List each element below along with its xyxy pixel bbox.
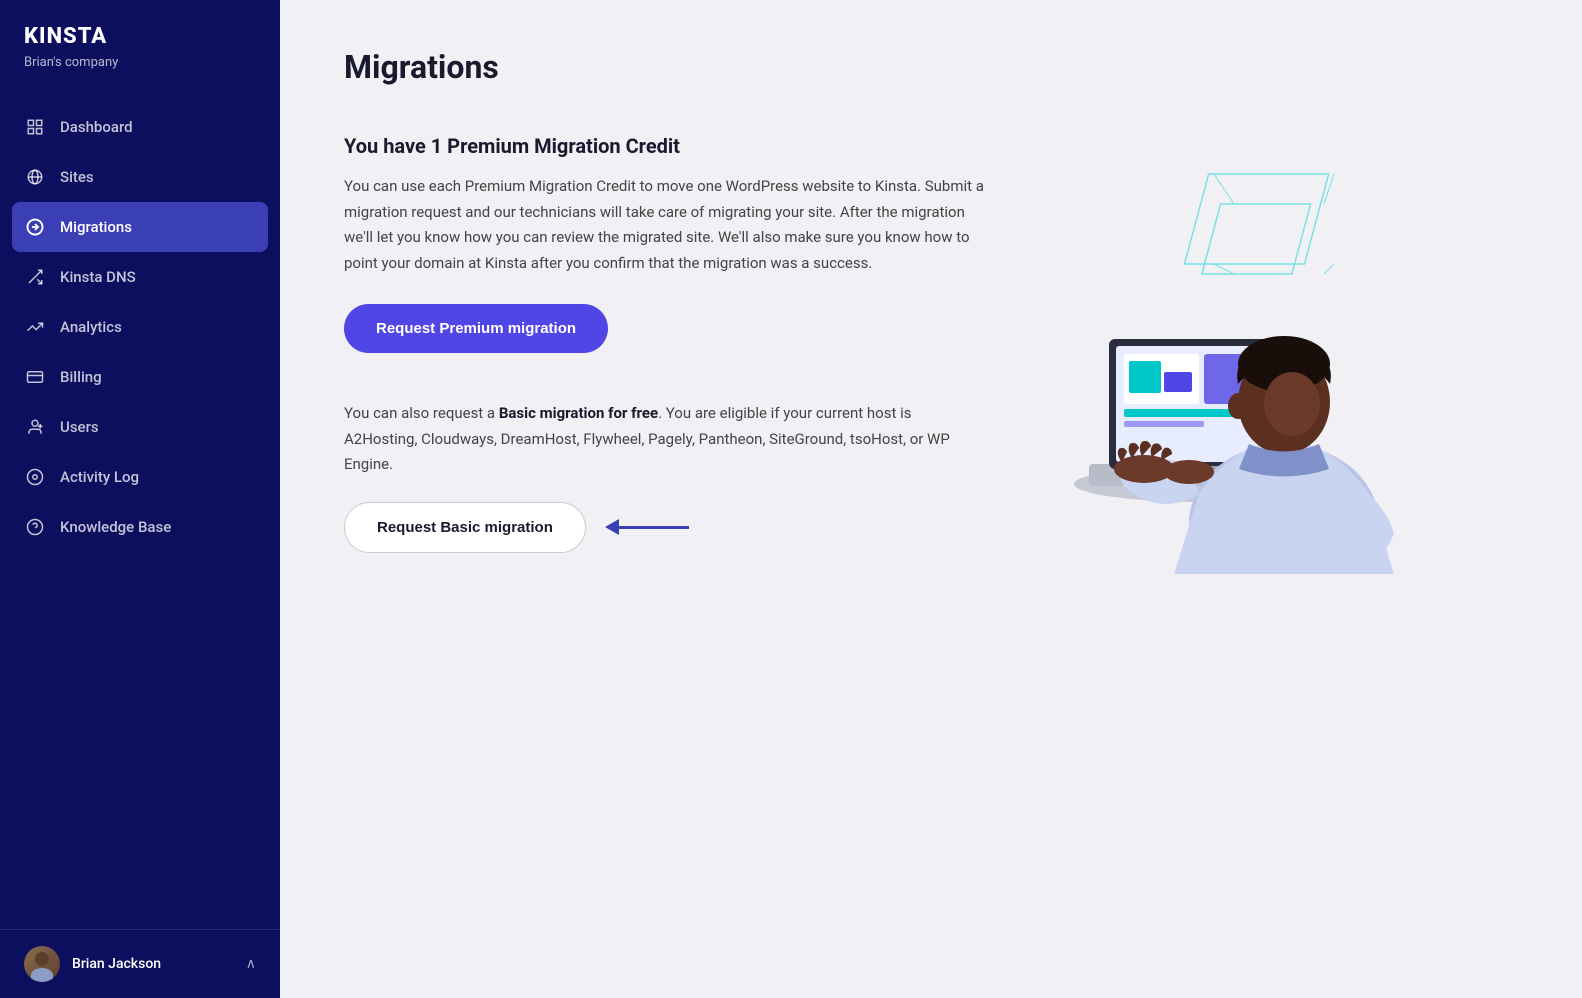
- kinsta-dns-icon: [24, 266, 46, 288]
- basic-button-wrapper: Request Basic migration: [344, 502, 984, 553]
- sidebar-item-knowledge-base[interactable]: Knowledge Base: [0, 502, 280, 552]
- basic-section-description: You can also request a Basic migration f…: [344, 401, 984, 478]
- premium-section-heading: You have 1 Premium Migration Credit: [344, 134, 984, 158]
- knowledge-base-icon: [24, 516, 46, 538]
- basic-desc-bold: Basic migration for free: [499, 404, 658, 422]
- sidebar-item-migrations[interactable]: Migrations: [12, 202, 268, 252]
- kinsta-logo: KINSTA: [24, 24, 256, 49]
- analytics-icon: [24, 316, 46, 338]
- sidebar-item-label: Activity Log: [60, 468, 139, 486]
- sidebar-item-billing[interactable]: Billing: [0, 352, 280, 402]
- request-basic-migration-button[interactable]: Request Basic migration: [344, 502, 586, 553]
- sidebar-item-label: Billing: [60, 368, 102, 386]
- content-wrapper: You have 1 Premium Migration Credit You …: [344, 134, 1518, 574]
- sidebar-nav: Dashboard Sites Migrations Kinsta DNS An: [0, 86, 280, 929]
- sites-icon: [24, 166, 46, 188]
- sidebar-item-label: Kinsta DNS: [60, 268, 136, 286]
- sidebar-item-label: Analytics: [60, 318, 122, 336]
- premium-section-description: You can use each Premium Migration Credi…: [344, 174, 984, 276]
- user-info: Brian Jackson: [24, 946, 161, 982]
- basic-section: You can also request a Basic migration f…: [344, 401, 984, 553]
- users-icon: [24, 416, 46, 438]
- activity-log-icon: [24, 466, 46, 488]
- sidebar-item-analytics[interactable]: Analytics: [0, 302, 280, 352]
- sidebar-item-activity-log[interactable]: Activity Log: [0, 452, 280, 502]
- company-name: Brian's company: [24, 55, 256, 70]
- sidebar: KINSTA Brian's company Dashboard Sites M…: [0, 0, 280, 998]
- content-right: [1024, 134, 1404, 574]
- sidebar-header: KINSTA Brian's company: [0, 0, 280, 86]
- sidebar-item-label: Users: [60, 418, 99, 436]
- user-name: Brian Jackson: [72, 956, 161, 972]
- sidebar-item-label: Sites: [60, 168, 94, 186]
- sidebar-item-users[interactable]: Users: [0, 402, 280, 452]
- premium-section: You have 1 Premium Migration Credit You …: [344, 134, 984, 353]
- arrow-indicator: [606, 519, 689, 535]
- sidebar-item-label: Knowledge Base: [60, 518, 171, 536]
- billing-icon: [24, 366, 46, 388]
- content-left: You have 1 Premium Migration Credit You …: [344, 134, 984, 553]
- sidebar-item-dashboard[interactable]: Dashboard: [0, 102, 280, 152]
- avatar: [24, 946, 60, 982]
- illustration: [1024, 134, 1404, 574]
- page-title: Migrations: [344, 48, 1518, 86]
- arrow-head: [605, 519, 619, 535]
- dashboard-icon: [24, 116, 46, 138]
- sidebar-footer[interactable]: Brian Jackson ∧: [0, 929, 280, 998]
- migrations-icon: [24, 216, 46, 238]
- sidebar-item-sites[interactable]: Sites: [0, 152, 280, 202]
- sidebar-item-kinsta-dns[interactable]: Kinsta DNS: [0, 252, 280, 302]
- main-content: Migrations You have 1 Premium Migration …: [280, 0, 1582, 998]
- request-premium-migration-button[interactable]: Request Premium migration: [344, 304, 608, 353]
- arrow-line: [619, 526, 689, 529]
- sidebar-item-label: Migrations: [60, 218, 132, 236]
- sidebar-item-label: Dashboard: [60, 118, 133, 136]
- chevron-up-icon: ∧: [246, 956, 256, 972]
